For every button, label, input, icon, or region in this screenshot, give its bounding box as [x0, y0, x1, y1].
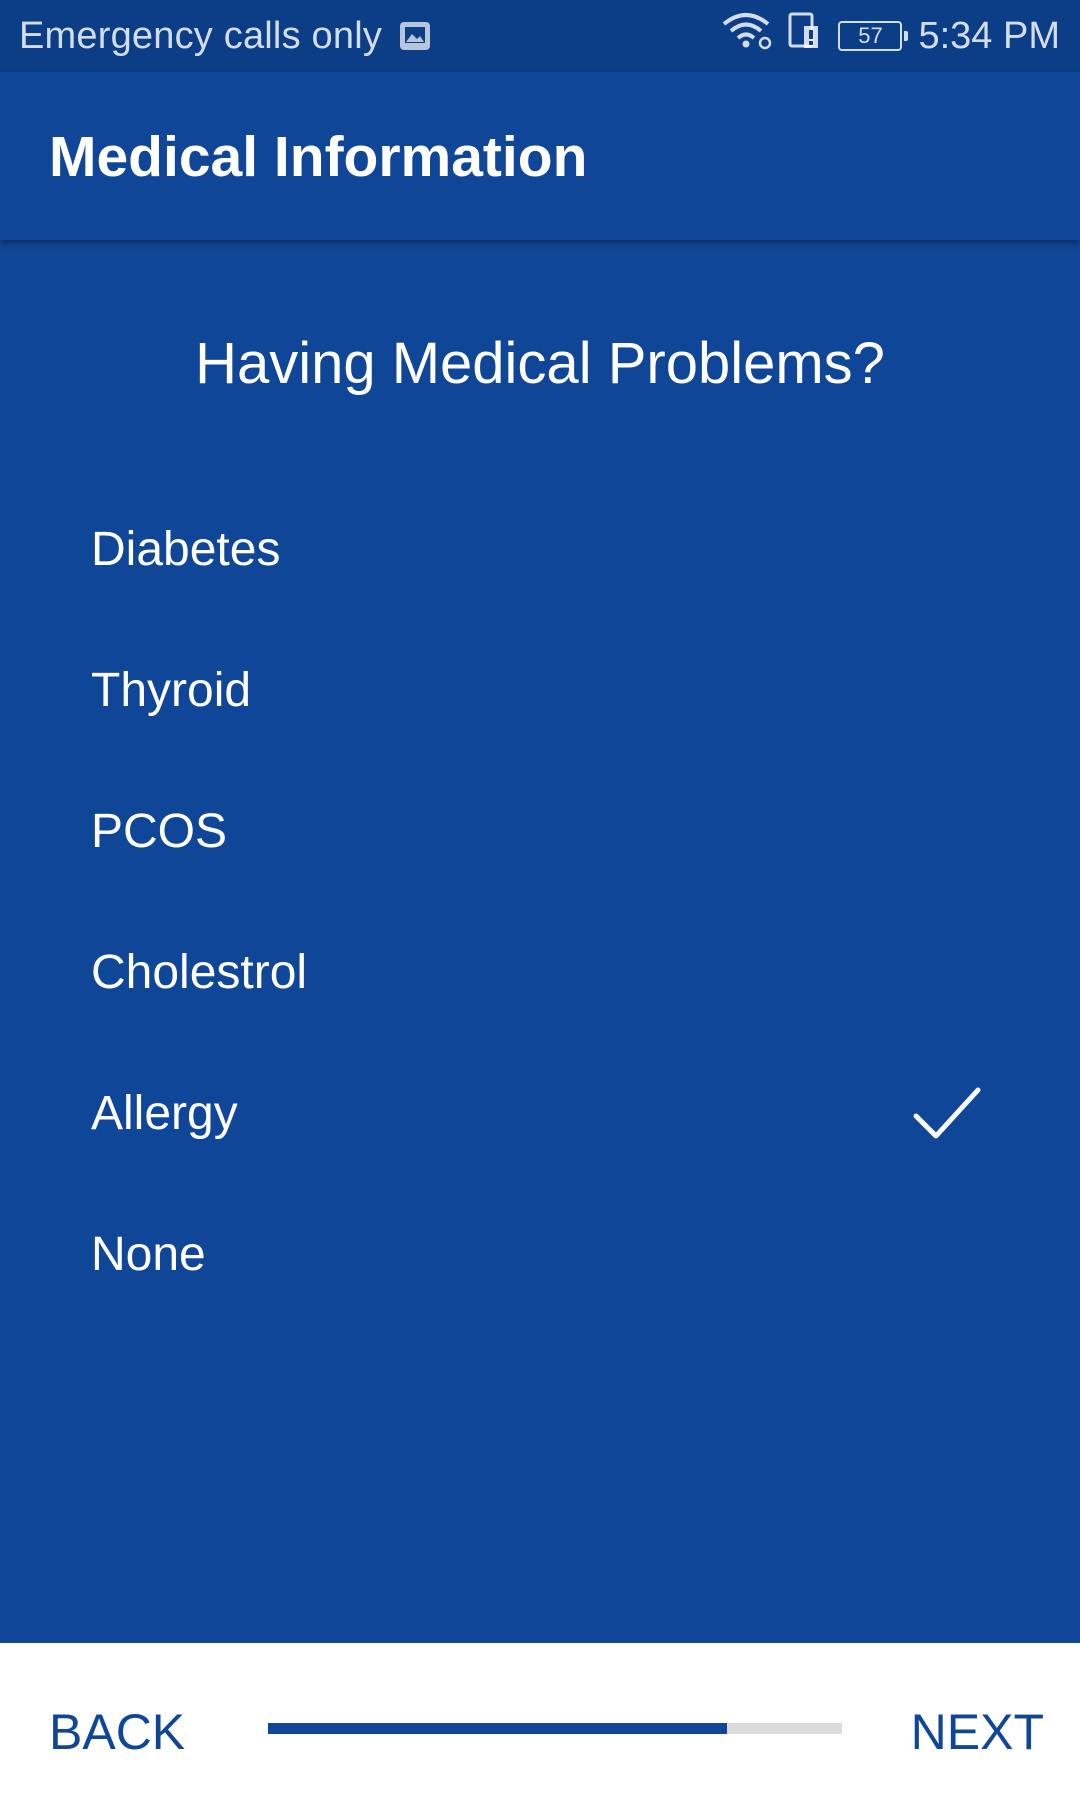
option-pcos[interactable]: PCOS: [0, 764, 1080, 905]
status-bar: Emergency calls only 57 5:34 PM: [0, 0, 1080, 72]
image-notification-icon: [398, 20, 432, 52]
option-none[interactable]: None: [0, 1187, 1080, 1328]
status-left: Emergency calls only: [19, 12, 432, 60]
option-thyroid[interactable]: Thyroid: [0, 623, 1080, 764]
status-time: 5:34 PM: [918, 14, 1060, 57]
option-label: Allergy: [91, 1087, 238, 1140]
option-label: Diabetes: [91, 523, 281, 576]
sim-icon: [788, 12, 822, 60]
option-label: Cholestrol: [91, 946, 308, 999]
option-cholestrol[interactable]: Cholestrol: [0, 905, 1080, 1046]
next-button[interactable]: NEXT: [911, 1703, 1044, 1761]
back-button[interactable]: BACK: [49, 1703, 185, 1761]
bottom-navigation: BACK NEXT: [0, 1643, 1080, 1811]
checkmark-icon: [912, 1084, 982, 1144]
progress-bar: [268, 1723, 842, 1734]
app-bar: Medical Information: [0, 72, 1080, 240]
option-label: Thyroid: [91, 664, 252, 717]
page-title: Medical Information: [49, 125, 588, 189]
option-diabetes[interactable]: Diabetes: [0, 482, 1080, 623]
question-heading: Having Medical Problems?: [195, 331, 885, 396]
option-label: PCOS: [91, 805, 228, 858]
battery-icon: 57: [838, 21, 909, 51]
carrier-text: Emergency calls only: [19, 14, 383, 57]
progress-fill: [268, 1723, 728, 1734]
condition-list: Diabetes Thyroid PCOS Cholestrol Allergy…: [0, 482, 1080, 1328]
status-right: 57 5:34 PM: [708, 12, 1060, 60]
option-label: None: [91, 1228, 206, 1281]
option-allergy[interactable]: Allergy: [0, 1046, 1080, 1187]
wifi-icon: [722, 12, 774, 60]
